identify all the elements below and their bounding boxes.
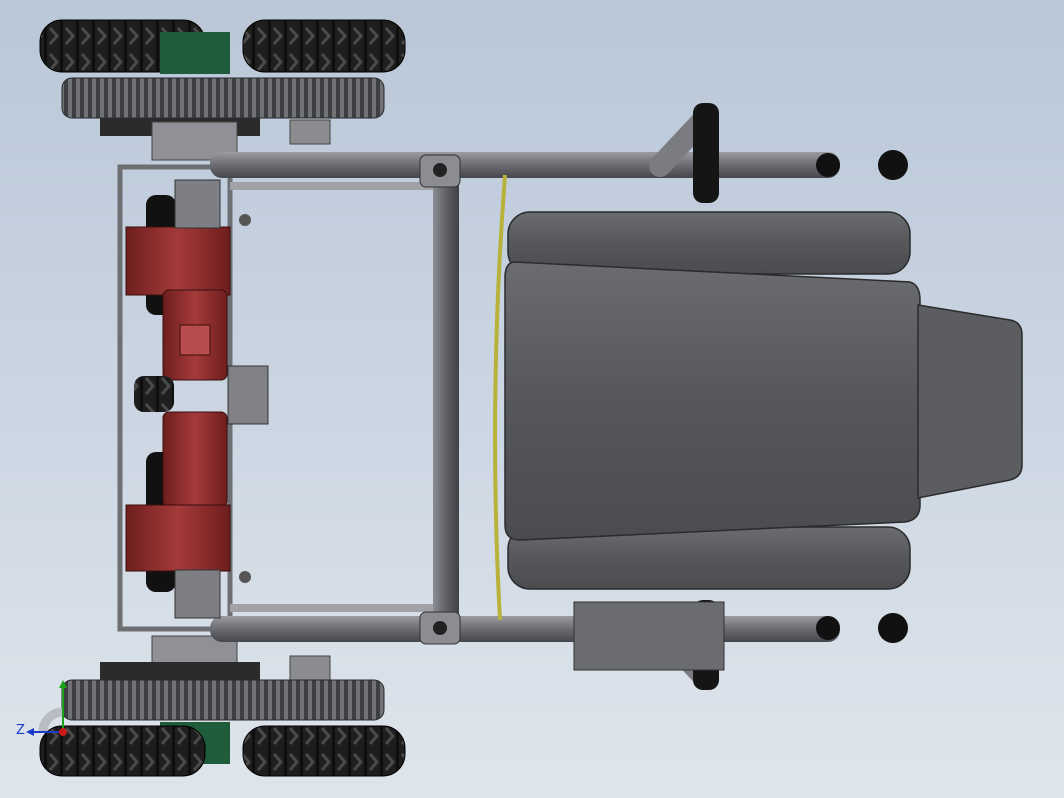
bottom-handle-cap — [878, 613, 908, 643]
lower-motor — [162, 411, 228, 508]
bottom-gear-rack — [61, 679, 385, 721]
seat-cushion — [504, 261, 921, 541]
top-green-hub — [160, 32, 230, 74]
coupler-box — [227, 365, 269, 425]
top-wheel-assembly — [39, 19, 406, 161]
model-viewport[interactable] — [0, 0, 1064, 798]
bottom-rail — [210, 616, 840, 642]
seat-backrest — [917, 304, 1023, 499]
top-right-tire — [242, 19, 406, 73]
upper-gearbox — [125, 226, 231, 296]
top-handle-cap — [878, 150, 908, 180]
lower-gearbox — [125, 504, 231, 572]
drive-motors — [125, 179, 269, 619]
seat — [504, 211, 1023, 590]
top-gear-rack — [61, 77, 385, 119]
x-axis-point — [59, 728, 67, 736]
top-rail — [210, 152, 840, 178]
view-orientation-triad[interactable]: Z — [8, 676, 78, 746]
cross-tube — [433, 175, 459, 623]
bottom-right-tire — [242, 725, 406, 777]
z-axis-label: Z — [16, 723, 25, 738]
triad-arc — [38, 707, 64, 733]
bottom-bracket-plate — [573, 601, 725, 671]
seat-strap — [493, 174, 507, 621]
bottom-wheel-assembly — [39, 635, 406, 777]
